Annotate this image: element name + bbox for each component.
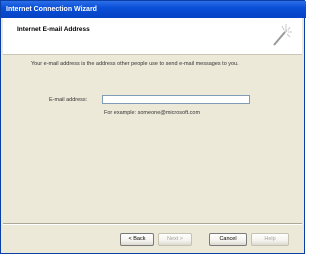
next-button[interactable]: Next > (158, 233, 192, 246)
email-address-input[interactable] (102, 95, 250, 104)
wizard-header: Internet E-mail Address (3, 18, 302, 55)
window-title: Internet Connection Wizard (6, 6, 97, 13)
email-address-label: E-mail address: (49, 97, 88, 103)
footer-separator (3, 223, 302, 225)
cancel-button[interactable]: Cancel (209, 233, 247, 246)
back-button[interactable]: < Back (120, 233, 154, 246)
description-text: Your e-mail address is the address other… (31, 61, 239, 67)
wizard-wand-icon (273, 24, 292, 46)
wizard-window: Internet Connection Wizard Internet E-ma… (0, 0, 306, 254)
help-button[interactable]: Help (251, 233, 289, 246)
example-text: For example: someone@microsoft.com (104, 110, 201, 116)
page-title: Internet E-mail Address (17, 26, 90, 33)
wizard-content: Your e-mail address is the address other… (3, 55, 302, 225)
title-bar[interactable]: Internet Connection Wizard (1, 1, 306, 18)
